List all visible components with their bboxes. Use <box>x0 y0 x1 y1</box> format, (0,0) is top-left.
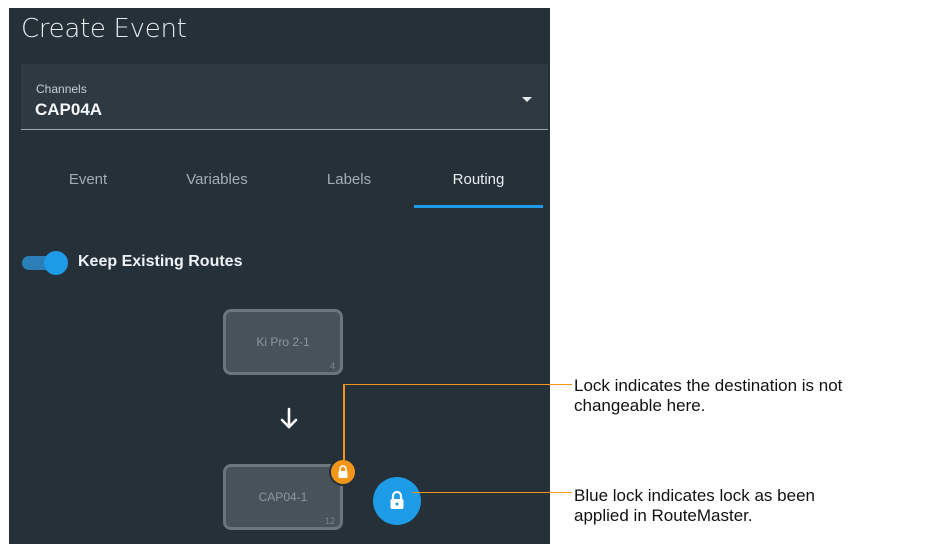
tab-labels[interactable]: Labels <box>294 153 404 207</box>
orange-lock-callout-line1: Lock indicates the destination is not <box>574 376 843 395</box>
blue-lock-callout: Blue lock indicates lock as been applied… <box>574 486 815 526</box>
tab-bar: Event Variables Labels Routing <box>32 153 544 209</box>
destination-node[interactable]: CAP04-1 12 <box>223 464 343 530</box>
channels-value: CAP04A <box>35 100 103 119</box>
channels-label: Channels <box>36 82 87 96</box>
source-node-label: Ki Pro 2-1 <box>256 335 310 349</box>
toggle-knob <box>44 251 68 275</box>
channels-dropdown[interactable]: Channels CAP04A <box>21 64 548 130</box>
chevron-down-icon[interactable] <box>522 97 532 102</box>
orange-callout-line-horizontal <box>343 384 572 385</box>
orange-callout-line-vertical <box>343 384 345 460</box>
tab-variables[interactable]: Variables <box>158 153 276 207</box>
page-title: Create Event <box>21 14 187 44</box>
create-event-panel: Create Event Channels CAP04A Event Varia… <box>9 8 550 544</box>
source-node-number: 4 <box>329 361 335 371</box>
tab-event[interactable]: Event <box>32 153 144 207</box>
lock-icon <box>390 490 404 509</box>
blue-lock-callout-line1: Blue lock indicates lock as been <box>574 486 815 505</box>
destination-node-number: 12 <box>324 516 335 526</box>
tab-routing[interactable]: Routing <box>414 153 543 207</box>
keep-existing-routes-label: Keep Existing Routes <box>78 253 243 270</box>
active-tab-indicator <box>414 205 543 208</box>
destination-node-label: CAP04-1 <box>258 490 308 504</box>
lock-icon <box>338 465 348 478</box>
orange-lock-badge <box>329 458 357 486</box>
orange-lock-callout: Lock indicates the destination is not ch… <box>574 376 842 416</box>
blue-callout-line <box>412 492 572 493</box>
arrow-down-icon <box>280 407 298 429</box>
keep-existing-routes-toggle[interactable] <box>22 251 70 275</box>
blue-lock-callout-line2: applied in RouteMaster. <box>574 506 753 525</box>
blue-lock-button[interactable] <box>373 477 421 525</box>
orange-lock-callout-line2: changeable here. <box>574 396 706 415</box>
source-node[interactable]: Ki Pro 2-1 4 <box>223 309 343 375</box>
